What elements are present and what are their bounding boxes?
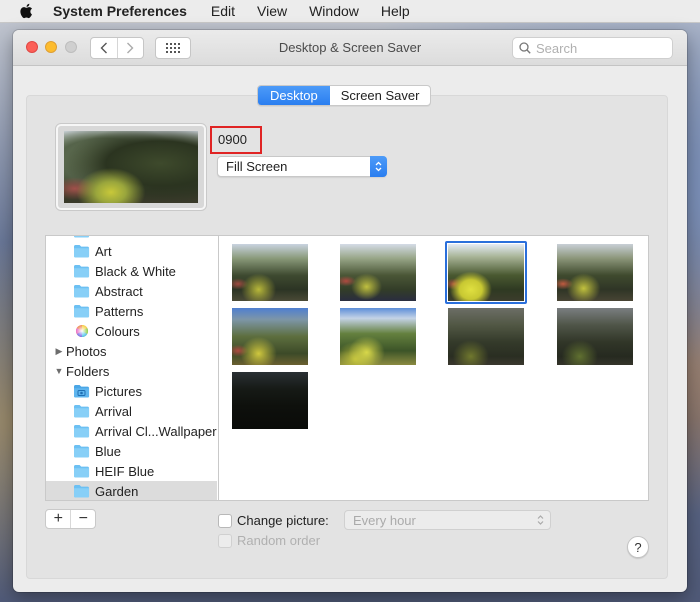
folder-icon	[73, 284, 90, 298]
menu-view[interactable]: View	[257, 3, 287, 19]
menu-system-preferences[interactable]: System Preferences	[53, 3, 187, 19]
folder-icon	[73, 264, 90, 278]
sidebar-item-arrival[interactable]: Arrival	[46, 401, 217, 421]
menu-bar: System Preferences Edit View Window Help	[0, 0, 700, 23]
sidebar-item-label: Art	[95, 243, 112, 259]
change-picture-checkbox[interactable]	[218, 513, 232, 528]
sidebar-item-art[interactable]: Art	[46, 241, 217, 261]
wallpaper-thumbnail[interactable]	[445, 241, 527, 304]
wallpaper-thumbnail[interactable]	[232, 308, 308, 365]
random-order-checkbox[interactable]	[218, 533, 232, 548]
add-remove-control: + −	[45, 509, 96, 529]
interval-popup[interactable]: Every hour	[344, 510, 551, 530]
folder-icon	[73, 236, 90, 238]
source-list: Art Black & White Abstract Patterns Colours ▶…	[45, 235, 218, 501]
sidebar-item-label: Abstract	[95, 283, 143, 299]
wallpaper-thumbnail[interactable]	[232, 244, 308, 301]
folder-icon	[73, 424, 90, 438]
tab-desktop[interactable]: Desktop	[258, 86, 330, 105]
apple-menu-icon[interactable]	[19, 3, 35, 19]
sidebar-item-label: Arrival Cl...Wallpaper	[95, 423, 217, 439]
picture-name: 0900	[210, 126, 262, 154]
wallpaper-thumbnail[interactable]	[232, 372, 308, 429]
sidebar-item-label: Photos	[66, 343, 107, 359]
folder-icon	[73, 484, 90, 498]
sidebar-item-folders[interactable]: ▼ Folders	[46, 361, 217, 381]
tab-screen-saver[interactable]: Screen Saver	[330, 86, 431, 105]
menu-help[interactable]: Help	[381, 3, 410, 19]
folder-icon	[73, 304, 90, 318]
interval-value: Every hour	[353, 512, 416, 528]
title-bar: Desktop & Screen Saver	[13, 30, 687, 66]
sidebar-item-pictures[interactable]: Pictures	[46, 381, 217, 401]
sidebar-item-label: Patterns	[95, 303, 144, 319]
popup-arrows-icon	[537, 515, 544, 525]
menu-edit[interactable]: Edit	[211, 3, 235, 19]
help-button[interactable]: ?	[627, 536, 649, 558]
folder-icon	[73, 444, 90, 458]
sidebar-item-label: Folders	[66, 363, 110, 379]
sidebar-item-colours[interactable]: Colours	[46, 321, 217, 341]
change-picture-label: Change picture:	[237, 513, 329, 528]
folder-icon	[73, 464, 90, 478]
sidebar-item-arrival-cl-wallpaper[interactable]: Arrival Cl...Wallpaper	[46, 421, 217, 441]
wallpaper-thumbnail[interactable]	[340, 308, 416, 365]
wallpaper-thumbnail[interactable]	[557, 308, 633, 365]
wallpaper-thumbnail[interactable]	[557, 244, 633, 301]
random-order-label: Random order	[237, 533, 321, 548]
wallpaper-thumbnail[interactable]	[340, 244, 416, 301]
sidebar-item-blue[interactable]: Blue	[46, 441, 217, 461]
folder-icon	[73, 244, 90, 258]
add-folder-button[interactable]: +	[46, 510, 70, 528]
sidebar-item-photos[interactable]: ▶ Photos	[46, 341, 217, 361]
preview-image	[64, 131, 198, 203]
sidebar-item-label: Black & White	[95, 263, 176, 279]
sidebar-item-label: Blue	[95, 443, 122, 459]
search-input[interactable]	[536, 40, 666, 56]
search-icon	[519, 42, 531, 54]
folder-icon	[73, 404, 90, 418]
sidebar-item-label: Colours	[95, 323, 140, 339]
color-wheel-icon	[73, 324, 90, 338]
change-picture-row: Change picture:	[218, 513, 329, 528]
sidebar-item-abstract[interactable]: Abstract	[46, 281, 217, 301]
tab-control: Desktop Screen Saver	[257, 85, 432, 106]
desktop-preview	[56, 124, 206, 210]
wallpaper-thumbnail[interactable]	[448, 308, 524, 365]
random-order-row: Random order	[218, 533, 320, 548]
fit-mode-value: Fill Screen	[226, 159, 288, 174]
sidebar-item-partial[interactable]	[46, 236, 217, 241]
remove-folder-button[interactable]: −	[70, 510, 95, 528]
sidebar-item-heif-blue[interactable]: HEIF Blue	[46, 461, 217, 481]
thumbnail-grid	[218, 235, 649, 501]
sidebar-item-label: Pictures	[95, 383, 142, 399]
sidebar-item-label: Arrival	[95, 403, 132, 419]
search-field[interactable]	[512, 37, 673, 59]
popup-arrows-icon	[370, 156, 387, 177]
sidebar-item-black-white[interactable]: Black & White	[46, 261, 217, 281]
sidebar-item-label: Garden	[95, 483, 139, 499]
sidebar-item-patterns[interactable]: Patterns	[46, 301, 217, 321]
sidebar-item-label: HEIF Blue	[95, 463, 155, 479]
disclosure-collapsed-icon[interactable]: ▶	[54, 346, 64, 357]
sidebar-item-garden[interactable]: Garden	[46, 481, 217, 500]
disclosure-expanded-icon[interactable]: ▼	[54, 366, 64, 376]
menu-window[interactable]: Window	[309, 3, 359, 19]
fit-mode-popup[interactable]: Fill Screen	[217, 156, 387, 177]
pictures-folder-icon	[73, 384, 90, 398]
